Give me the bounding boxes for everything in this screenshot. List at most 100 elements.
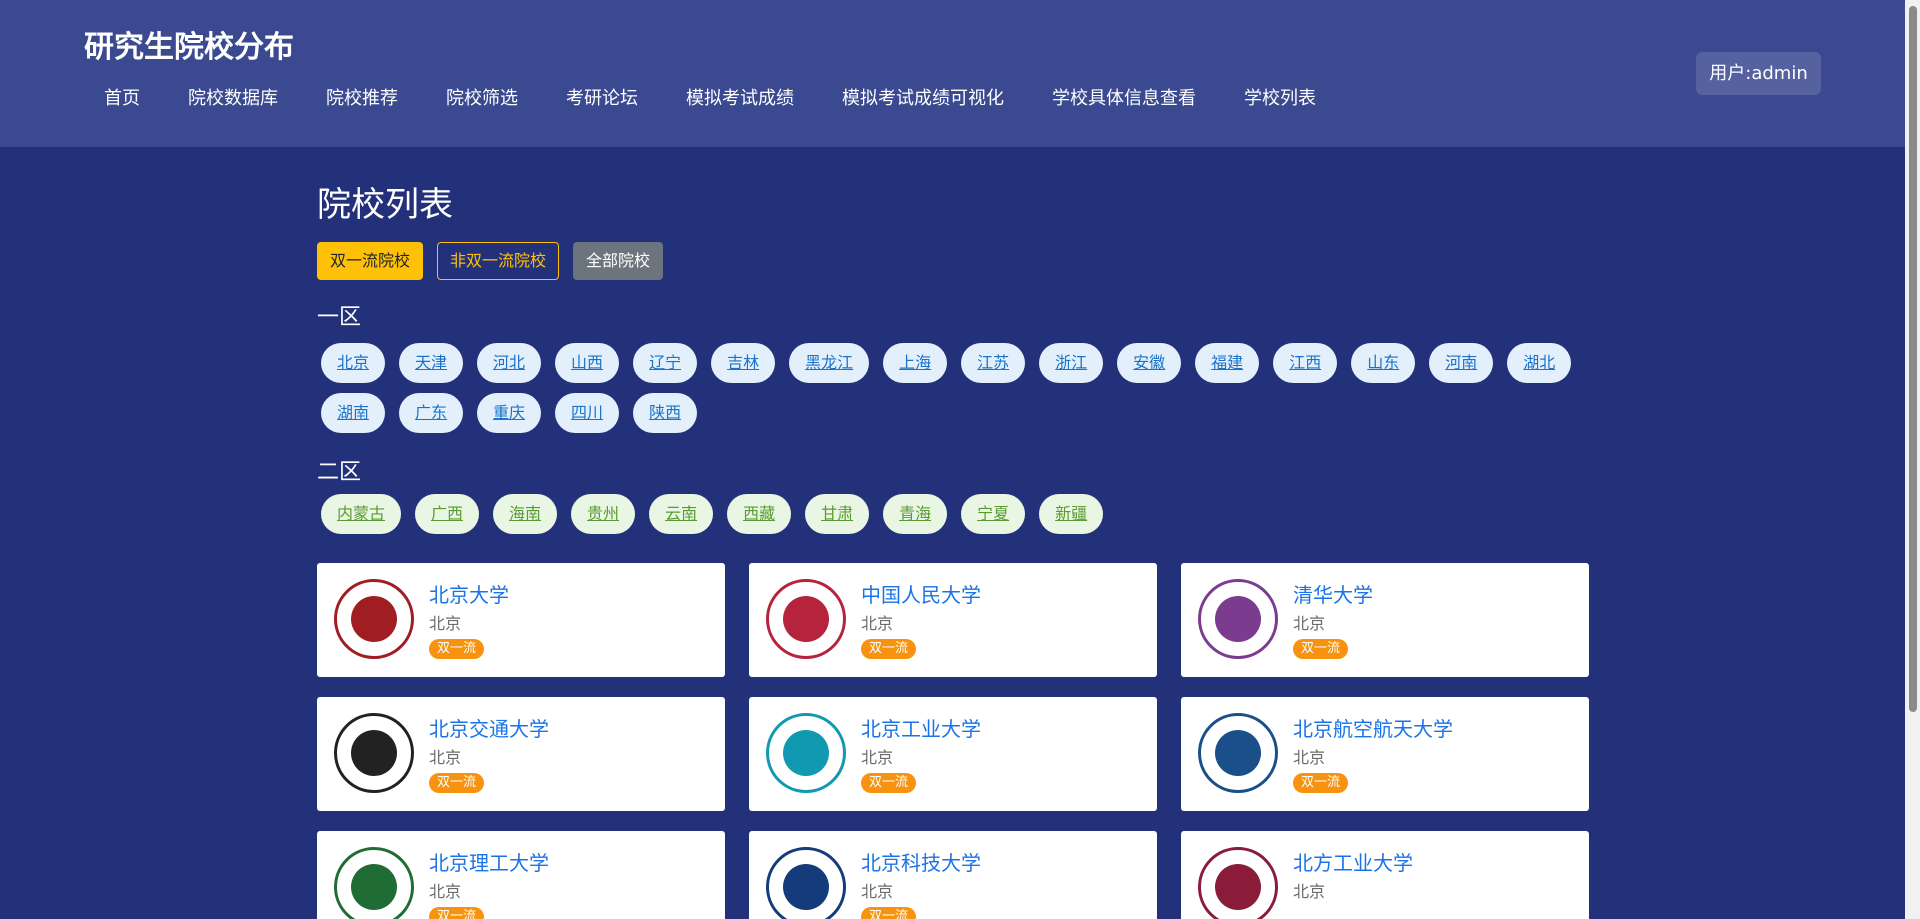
filter-double-first-class-button[interactable]: 双一流院校 [317,242,424,280]
province-tag[interactable]: 北京 [321,343,386,383]
province-tag[interactable]: 福建 [1195,343,1260,383]
school-logo [766,847,846,919]
province-tag[interactable]: 重庆 [477,393,542,433]
region-2-title: 二区 [317,460,362,485]
nav-forum[interactable]: 考研论坛 [542,86,662,112]
province-tag[interactable]: 湖北 [1507,343,1572,383]
school-name[interactable]: 北方工业大学 [1293,847,1413,876]
school-location: 北京 [861,748,894,767]
school-logo [766,713,846,793]
province-tag[interactable]: 江西 [1273,343,1338,383]
nav-mock-visualization[interactable]: 模拟考试成绩可视化 [818,86,1028,112]
school-emblem [351,730,397,776]
province-tag[interactable]: 吉林 [711,343,776,383]
page-title: 院校列表 [317,185,453,225]
province-tag[interactable]: 上海 [883,343,948,383]
school-name[interactable]: 清华大学 [1293,579,1373,608]
school-badge: 双一流 [861,907,917,919]
scrollbar-thumb[interactable] [1909,6,1917,712]
school-name[interactable]: 北京大学 [429,579,509,608]
main-content: 院校列表 双一流院校 非双一流院校 全部院校 一区 北京 天津 河北 山西 辽宁 吉林 黑龙… [317,147,1589,919]
province-tag[interactable]: 宁夏 [961,494,1026,534]
school-emblem [1215,596,1261,642]
nav-mock-scores[interactable]: 模拟考试成绩 [662,86,818,112]
top-header: 研究生院校分布 首页 院校数据库 院校推荐 院校筛选 考研论坛 模拟考试成绩 模… [0,0,1905,147]
school-location: 北京 [861,614,894,633]
school-logo [766,579,846,659]
province-tag[interactable]: 青海 [883,494,948,534]
school-location: 北京 [1293,882,1326,901]
province-tag[interactable]: 海南 [493,494,558,534]
school-card[interactable]: 北京交通大学 北京 双一流 [317,697,725,811]
province-tag[interactable]: 四川 [555,393,620,433]
province-tag[interactable]: 新疆 [1039,494,1104,534]
school-name[interactable]: 中国人民大学 [861,579,981,608]
region-2-province-list: 内蒙古 广西 海南 贵州 云南 西藏 甘肃 青海 宁夏 新疆 [321,494,1621,544]
province-tag[interactable]: 陕西 [633,393,698,433]
nav-school-details[interactable]: 学校具体信息查看 [1028,86,1220,112]
school-emblem [783,596,829,642]
province-tag[interactable]: 山西 [555,343,620,383]
school-badge: 双一流 [1293,773,1349,793]
school-location: 北京 [1293,614,1326,633]
school-badge: 双一流 [861,639,917,659]
school-card[interactable]: 北京大学 北京 双一流 [317,563,725,677]
province-tag[interactable]: 黑龙江 [789,343,870,383]
school-location: 北京 [429,614,462,633]
school-logo [1198,847,1278,919]
region-1-province-list: 北京 天津 河北 山西 辽宁 吉林 黑龙江 上海 江苏 浙江 安徽 福建 江西 山东 河南 湖北湖南 广东 重庆四… [321,343,1621,443]
nav-home[interactable]: 首页 [80,86,164,112]
province-tag[interactable]: 山东 [1351,343,1416,383]
filter-all-button[interactable]: 全部院校 [573,242,664,280]
nav-school-database[interactable]: 院校数据库 [164,86,302,112]
school-name[interactable]: 北京航空航天大学 [1293,713,1453,742]
school-card[interactable]: 中国人民大学北京双一流 [749,563,1157,677]
school-name[interactable]: 北京理工大学 [429,847,549,876]
school-badge: 双一流 [861,773,917,793]
province-tag[interactable]: 西藏 [727,494,792,534]
school-emblem [783,730,829,776]
province-tag[interactable]: 广西 [415,494,480,534]
school-badge: 双一流 [429,773,485,793]
school-name[interactable]: 北京工业大学 [861,713,981,742]
school-card[interactable]: 北方工业大学 北京 [1181,831,1589,919]
province-tag[interactable]: 天津 [399,343,464,383]
main-nav: 首页 院校数据库 院校推荐 院校筛选 考研论坛 模拟考试成绩 模拟考试成绩可视化… [80,86,1340,112]
school-emblem [351,864,397,910]
province-tag[interactable]: 安徽 [1117,343,1182,383]
filter-non-double-first-class-button[interactable]: 非双一流院校 [437,242,560,280]
school-logo [334,713,414,793]
school-name[interactable]: 北京科技大学 [861,847,981,876]
nav-school-filter[interactable]: 院校筛选 [422,86,542,112]
user-badge[interactable]: 用户:admin [1696,52,1821,95]
school-card[interactable]: 清华大学 北京 双一流 [1181,563,1589,677]
school-badge: 双一流 [429,907,485,919]
province-tag[interactable]: 浙江 [1039,343,1104,383]
province-tag[interactable]: 辽宁 [633,343,698,383]
school-card[interactable]: 北京科技大学北京双一流 [749,831,1157,919]
school-logo [334,847,414,919]
province-tag[interactable]: 广东 [399,393,464,433]
province-tag[interactable]: 内蒙古 [321,494,402,534]
school-card[interactable]: 北京理工大学北京双一流 [317,831,725,919]
site-title: 研究生院校分布 [84,30,294,65]
school-name[interactable]: 北京交通大学 [429,713,549,742]
province-tag[interactable]: 湖南 [321,393,386,433]
province-tag[interactable]: 云南 [649,494,714,534]
province-tag[interactable]: 河北 [477,343,542,383]
school-location: 北京 [861,882,894,901]
school-location: 北京 [429,882,462,901]
province-tag[interactable]: 江苏 [961,343,1026,383]
school-emblem [1215,730,1261,776]
nav-school-list[interactable]: 学校列表 [1220,86,1340,112]
school-card[interactable]: 北京工业大学北京双一流 [749,697,1157,811]
province-tag[interactable]: 贵州 [571,494,636,534]
province-tag[interactable]: 甘肃 [805,494,870,534]
school-card[interactable]: 北京航空航天大学北京双一流 [1181,697,1589,811]
page-scrollbar[interactable] [1905,0,1920,919]
school-logo [1198,579,1278,659]
school-badge: 双一流 [429,639,485,659]
province-tag[interactable]: 河南 [1429,343,1494,383]
school-location: 北京 [1293,748,1326,767]
nav-school-recommend[interactable]: 院校推荐 [302,86,422,112]
